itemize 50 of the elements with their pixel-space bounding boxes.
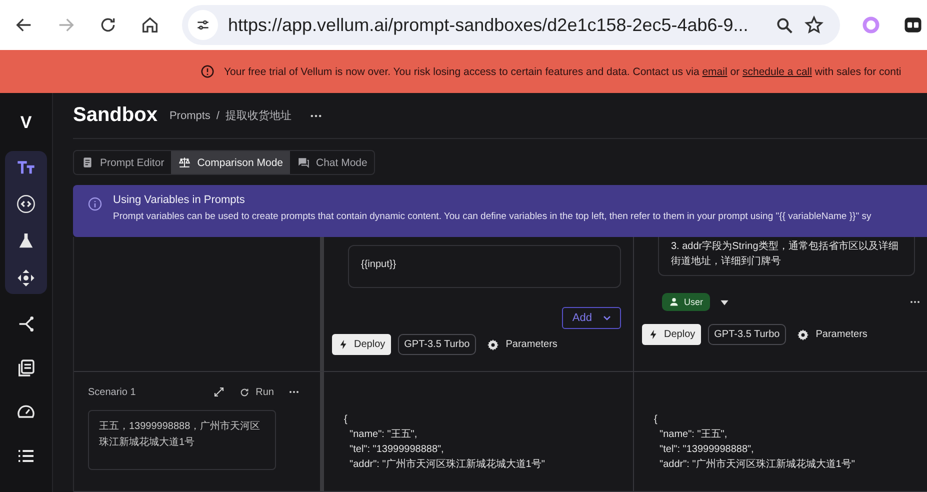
parameters-button[interactable]: Parameters: [792, 324, 872, 344]
tab[interactable]: Comparison Mode: [171, 151, 290, 174]
parameters-button[interactable]: Parameters: [482, 334, 562, 354]
move-icon[interactable]: [16, 268, 36, 288]
link[interactable]: email: [702, 66, 728, 78]
scenario-input[interactable]: 王五，13999998888，广州市天河区珠江新城花城大道1号: [88, 410, 276, 470]
run-button[interactable]: Run: [238, 386, 274, 398]
refresh-icon: [238, 386, 250, 398]
home-icon[interactable]: [140, 15, 160, 35]
document-icon: [81, 156, 94, 169]
logo[interactable]: V: [20, 113, 32, 133]
address-bar[interactable]: https://app.vellum.ai/prompt-sandboxes/d2e1c158-2ec5-4ab6-9...: [182, 5, 840, 45]
search-icon[interactable]: [775, 16, 794, 34]
output-json: { "name": "王五", "tel": "13999998888", "addr": "广州市天河区珠江新城花城大道1号": [344, 413, 546, 472]
gear-icon: [486, 338, 499, 350]
link[interactable]: schedule a call: [742, 66, 812, 78]
scale-icon: [178, 156, 192, 169]
gear-icon: [796, 328, 809, 340]
model-button[interactable]: GPT-3.5 Turbo: [708, 324, 786, 345]
user-icon: [669, 297, 679, 307]
bolt-icon: [648, 329, 659, 340]
info-text: Prompt variables can be used to create prompts that contain dynamic content. You can define variables in the top left, then refer to them in your prompt using "{{ variableName }}" sy: [113, 211, 872, 222]
deploy-button[interactable]: Deploy: [332, 334, 392, 355]
page-title: Sandbox: [73, 104, 158, 127]
breadcrumb[interactable]: Prompts: [169, 110, 210, 122]
prompt-text: {{input}}: [361, 259, 396, 270]
output-json: { "name": "王五", "tel": "13999998888", "addr": "广州市天河区珠江新城花城大道1号": [654, 413, 856, 472]
prompt-input-box[interactable]: {{input}}: [348, 245, 621, 288]
expand-icon[interactable]: [212, 386, 225, 398]
add-button[interactable]: Add: [562, 307, 621, 329]
code-icon[interactable]: [16, 194, 36, 214]
documents-icon[interactable]: [16, 358, 36, 378]
info-title: Using Variables in Prompts: [113, 194, 246, 206]
tab[interactable]: Prompt Editor: [74, 151, 172, 174]
bolt-icon: [338, 339, 349, 350]
message-box[interactable]: 3. addr字段为String类型，通常包括省市区以及详细街道地址，详细到门牌号: [658, 237, 915, 276]
model-button[interactable]: GPT-3.5 Turbo: [398, 334, 476, 355]
tab[interactable]: Chat Mode: [290, 151, 374, 174]
message-text: 3. addr字段为String类型，通常包括省市区以及详细街道地址，详细到门牌号: [671, 240, 900, 269]
trial-notice: Your free trial of Vellum is now over. You risk losing access to certain features and data. Contact us via email or schedule a call with sales for conti: [224, 66, 902, 78]
info-icon: [87, 196, 103, 212]
role-button[interactable]: User: [662, 293, 710, 311]
breadcrumb[interactable]: 提取收货地址: [225, 108, 292, 123]
alert-icon: [200, 64, 215, 79]
deploy-button[interactable]: Deploy: [642, 324, 702, 345]
breadcrumb-separator: /: [216, 110, 220, 122]
scenario-name: Scenario 1: [88, 386, 137, 398]
star-icon[interactable]: [804, 15, 824, 35]
scenario-text: 王五，13999998888，广州市天河区珠江新城花城大道1号: [99, 420, 262, 450]
chat-icon: [297, 156, 310, 169]
